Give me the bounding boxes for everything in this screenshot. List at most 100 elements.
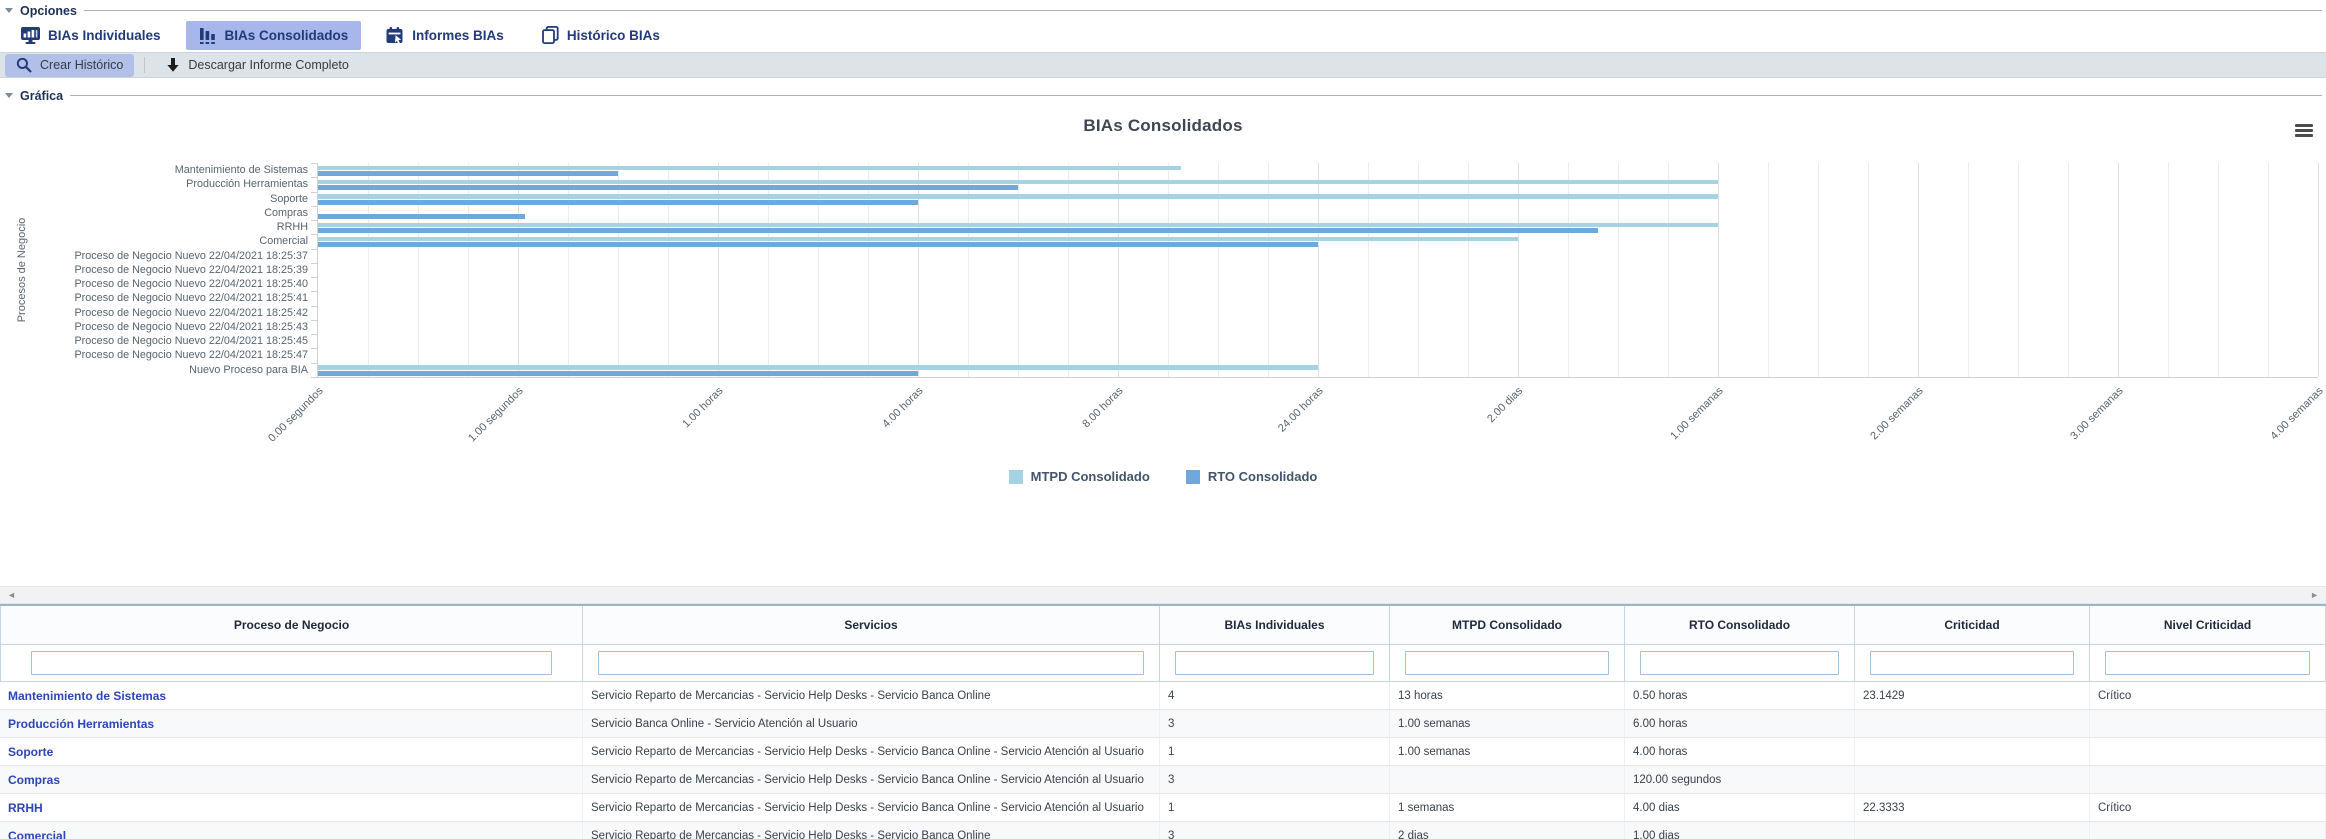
x-tick-label: 8.00 horas bbox=[1080, 385, 1125, 430]
table-row[interactable]: SoporteServicio Reparto de Mercancias - … bbox=[0, 738, 2326, 766]
table-cell: 1.00 dias bbox=[1625, 822, 1855, 839]
scroll-right-arrow-icon[interactable]: ► bbox=[2310, 588, 2319, 602]
category-label: Proceso de Negocio Nuevo 22/04/2021 18:2… bbox=[0, 249, 308, 263]
process-link[interactable]: RRHH bbox=[0, 794, 583, 821]
table-cell bbox=[2090, 822, 2326, 839]
gridline bbox=[2168, 163, 2169, 377]
table-row[interactable]: ComercialServicio Reparto de Mercancias … bbox=[0, 822, 2326, 839]
column-header-nivel-criticidad[interactable]: Nivel Criticidad bbox=[2090, 606, 2326, 644]
table-cell bbox=[1390, 766, 1625, 793]
process-link[interactable]: Soporte bbox=[0, 738, 583, 765]
column-header-proceso-de-negocio[interactable]: Proceso de Negocio bbox=[0, 606, 583, 644]
x-tick-label: 1.00 horas bbox=[680, 385, 725, 430]
table-cell: 1.00 semanas bbox=[1390, 710, 1625, 737]
collapse-caret-icon[interactable] bbox=[5, 93, 13, 98]
x-tick-label: 1.00 segundos bbox=[466, 385, 526, 445]
opciones-title: Opciones bbox=[20, 4, 77, 18]
gridline bbox=[1818, 163, 1819, 377]
tab-informes-bias[interactable]: Informes BIAs bbox=[373, 21, 517, 50]
filter-input-mtpd-consolidado[interactable] bbox=[1405, 651, 1609, 675]
y-axis-tick bbox=[311, 192, 318, 193]
x-tick-label: 0.00 segundos bbox=[266, 385, 326, 445]
column-header-servicios[interactable]: Servicios bbox=[583, 606, 1160, 644]
y-axis-tick bbox=[311, 277, 318, 278]
table-row[interactable]: Producción HerramientasServicio Banca On… bbox=[0, 710, 2326, 738]
process-link[interactable]: Producción Herramientas bbox=[0, 710, 583, 737]
bar-mtpd-consolidado bbox=[318, 166, 1181, 171]
filter-input-criticidad[interactable] bbox=[1870, 651, 2074, 675]
bar-rto-consolidado bbox=[318, 200, 918, 205]
category-label: Proceso de Negocio Nuevo 22/04/2021 18:2… bbox=[0, 263, 308, 277]
filter-cell bbox=[0, 645, 583, 681]
clipboard-icon bbox=[542, 26, 559, 44]
table-row[interactable]: RRHHServicio Reparto de Mercancias - Ser… bbox=[0, 794, 2326, 822]
toolbar-divider bbox=[144, 57, 145, 73]
table-cell: Servicio Reparto de Mercancias - Servici… bbox=[583, 766, 1160, 793]
tab-bias-individuales[interactable]: BIAs Individuales bbox=[8, 21, 174, 50]
table-cell: 4.00 horas bbox=[1625, 738, 1855, 765]
bar-rto-consolidado bbox=[318, 371, 918, 376]
tabs-row: BIAs Individuales BIAs Consolidados Inform… bbox=[0, 18, 2326, 52]
x-tick-label: 3.00 semanas bbox=[2068, 385, 2125, 442]
category-label: RRHH bbox=[0, 220, 308, 234]
category-label: Proceso de Negocio Nuevo 22/04/2021 18:2… bbox=[0, 306, 308, 320]
table-row[interactable]: Mantenimiento de SistemasServicio Repart… bbox=[0, 682, 2326, 710]
table-filter-row bbox=[0, 645, 2326, 682]
bar-mtpd-consolidado bbox=[318, 180, 1718, 185]
tab-bias-consolidados[interactable]: BIAs Consolidados bbox=[186, 21, 362, 50]
filter-input-rto-consolidado[interactable] bbox=[1640, 651, 1839, 675]
y-axis-tick bbox=[311, 249, 318, 250]
table-cell: 4 bbox=[1160, 682, 1390, 709]
y-axis-tick bbox=[311, 163, 318, 164]
table-cell: 3 bbox=[1160, 710, 1390, 737]
filter-input-bias-individuales[interactable] bbox=[1175, 651, 1374, 675]
table-row[interactable]: ComprasServicio Reparto de Mercancias - … bbox=[0, 766, 2326, 794]
bar-rto-consolidado bbox=[318, 185, 1018, 190]
legend-item-mtpd-consolidado[interactable]: MTPD Consolidado bbox=[1009, 469, 1150, 484]
category-label: Mantenimiento de Sistemas bbox=[0, 163, 308, 177]
table-cell: Crítico bbox=[2090, 794, 2326, 821]
column-header-rto-consolidado[interactable]: RTO Consolidado bbox=[1625, 606, 1855, 644]
column-header-mtpd-consolidado[interactable]: MTPD Consolidado bbox=[1390, 606, 1625, 644]
filter-input-nivel-criticidad[interactable] bbox=[2105, 651, 2310, 675]
table-cell bbox=[2090, 710, 2326, 737]
category-label: Proceso de Negocio Nuevo 22/04/2021 18:2… bbox=[0, 348, 308, 362]
table-cell: 23.1429 bbox=[1855, 682, 2090, 709]
table-cell: 3 bbox=[1160, 766, 1390, 793]
bar-mtpd-consolidado bbox=[318, 365, 1318, 370]
gridline bbox=[2118, 163, 2119, 377]
table-cell: 1 bbox=[1160, 794, 1390, 821]
toolbar-button-descargar-informe-completo[interactable]: Descargar Informe Completo bbox=[155, 54, 359, 77]
table-header-row: Proceso de NegocioServiciosBIAs Individu… bbox=[0, 606, 2326, 645]
collapse-caret-icon[interactable] bbox=[5, 8, 13, 13]
table-cell: 6.00 horas bbox=[1625, 710, 1855, 737]
table-cell bbox=[2090, 738, 2326, 765]
bar-rto-consolidado bbox=[318, 171, 618, 176]
x-tick-label: 24.00 horas bbox=[1276, 385, 1326, 435]
process-link[interactable]: Mantenimiento de Sistemas bbox=[0, 682, 583, 709]
tab-histórico-bias[interactable]: Histórico BIAs bbox=[529, 20, 673, 50]
grafica-title: Gráfica bbox=[20, 89, 63, 103]
column-header-criticidad[interactable]: Criticidad bbox=[1855, 606, 2090, 644]
table-cell bbox=[1855, 738, 2090, 765]
legend-item-rto-consolidado[interactable]: RTO Consolidado bbox=[1186, 469, 1318, 484]
toolbar-button-crear-histórico[interactable]: Crear Histórico bbox=[5, 54, 134, 77]
horizontal-scrollbar[interactable]: ◄ ► bbox=[0, 586, 2326, 604]
filter-input-proceso-de-negocio[interactable] bbox=[31, 651, 552, 675]
process-link[interactable]: Comercial bbox=[0, 822, 583, 839]
table-cell: 2 dias bbox=[1390, 822, 1625, 839]
table-cell: Servicio Reparto de Mercancias - Servici… bbox=[583, 738, 1160, 765]
column-header-bias-individuales[interactable]: BIAs Individuales bbox=[1160, 606, 1390, 644]
y-axis-tick bbox=[311, 363, 318, 364]
y-axis-tick bbox=[311, 291, 318, 292]
process-link[interactable]: Compras bbox=[0, 766, 583, 793]
y-axis-tick bbox=[311, 320, 318, 321]
scroll-left-arrow-icon[interactable]: ◄ bbox=[7, 588, 16, 602]
y-axis-tick bbox=[311, 206, 318, 207]
filter-cell bbox=[2090, 645, 2326, 681]
table-cell: 0.50 horas bbox=[1625, 682, 1855, 709]
chart-menu-hamburger-icon[interactable] bbox=[2295, 124, 2313, 139]
table-body: Mantenimiento de Sistemas Servicio Repart… bbox=[0, 682, 2326, 839]
filter-input-servicios[interactable] bbox=[598, 651, 1144, 675]
gridline bbox=[1768, 163, 1769, 377]
